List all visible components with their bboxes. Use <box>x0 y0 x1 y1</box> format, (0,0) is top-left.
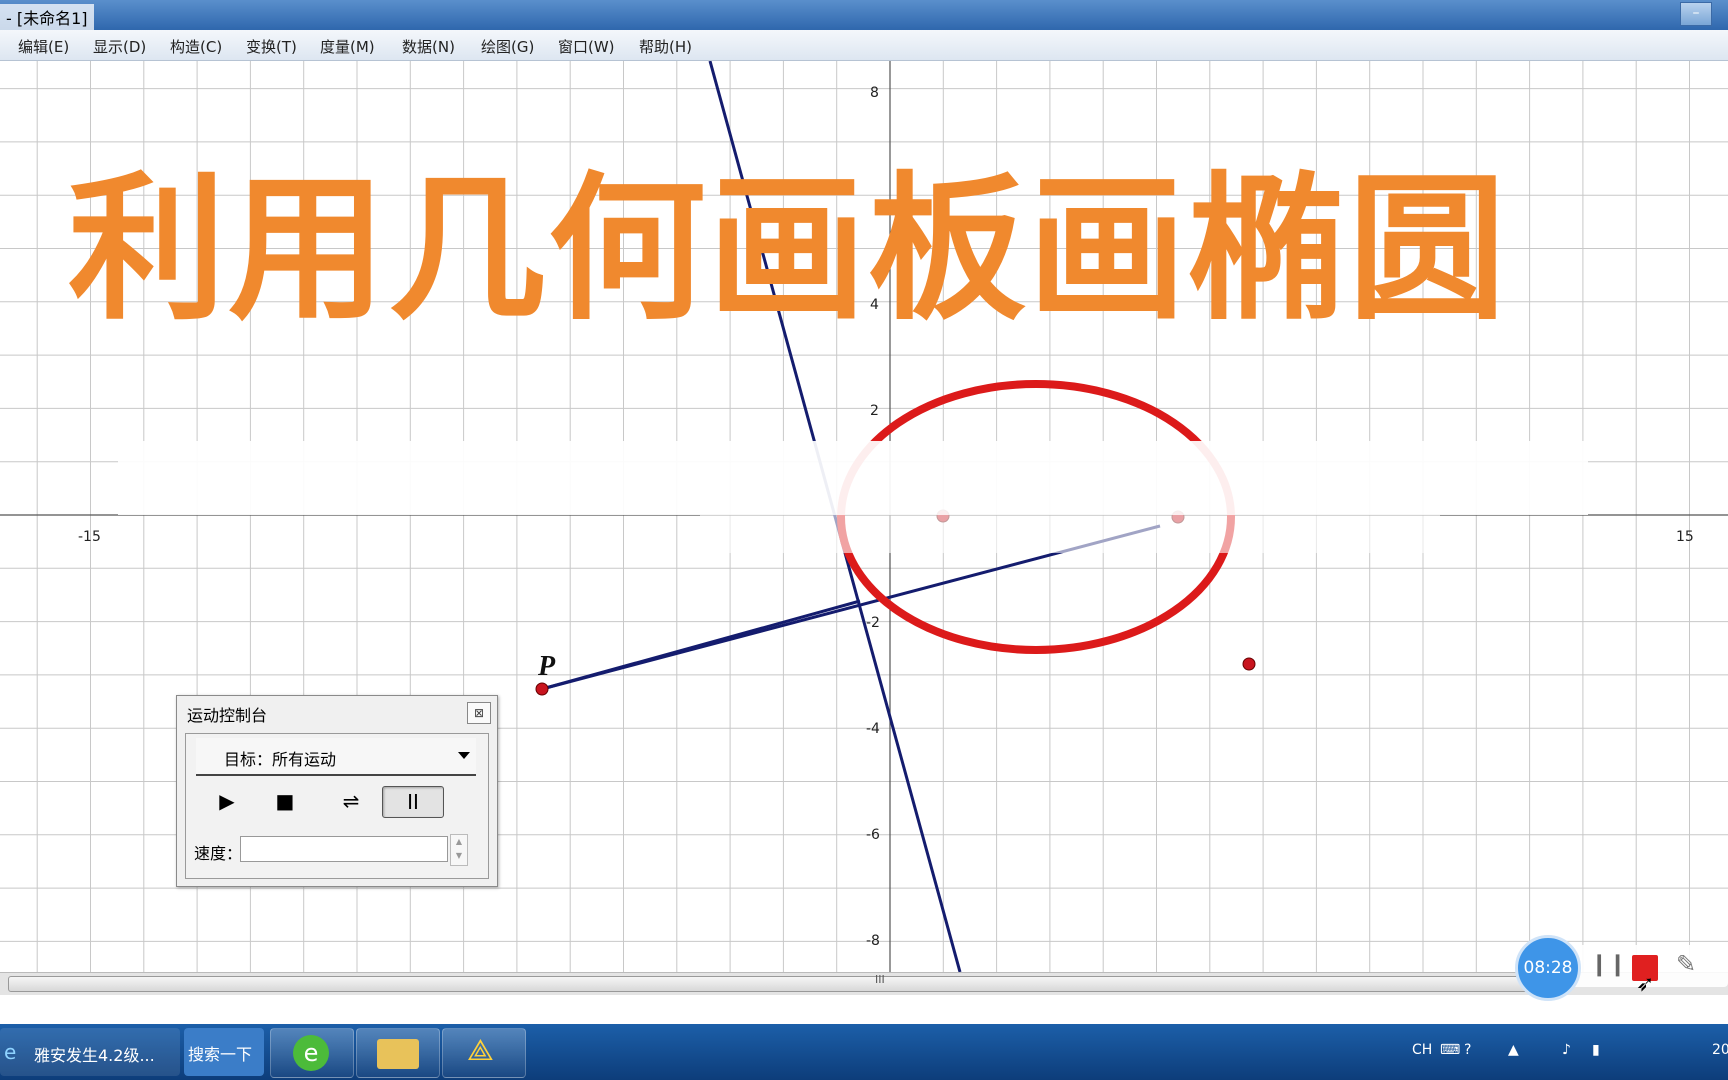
menu-window[interactable]: 窗口(W) <box>558 36 615 57</box>
taskbar-explorer[interactable] <box>356 1028 440 1078</box>
menu-display[interactable]: 显示(D) <box>93 36 146 57</box>
help-icon[interactable]: ? <box>1464 1042 1471 1058</box>
target-select[interactable]: 目标：所有运动 <box>196 738 476 776</box>
y-tick-8: 8 <box>870 85 879 101</box>
tray-expand-icon[interactable]: ▲ <box>1508 1042 1519 1058</box>
recorder-timer: 08:28 <box>1515 935 1581 1001</box>
free-point <box>1242 657 1256 671</box>
folder-icon <box>377 1039 419 1069</box>
scrollbar-thumb[interactable] <box>8 976 1565 992</box>
speed-spinner[interactable]: ▲ ▼ <box>450 834 468 866</box>
menu-help[interactable]: 帮助(H) <box>639 36 692 57</box>
subtitle-smear <box>118 441 1588 515</box>
stop-button[interactable]: ■ <box>260 786 310 816</box>
compass-icon: ⟁ <box>467 1033 494 1068</box>
search-button[interactable]: 搜索一下 <box>184 1028 264 1076</box>
menu-bar: 编辑(E) 显示(D) 构造(C) 变换(T) 度量(M) 数据(N) 绘图(G… <box>0 30 1728 61</box>
panel-title: 运动控制台 <box>187 706 268 725</box>
sketch-canvas[interactable]: 8 4 2 -2 -4 -6 -8 -15 15 P 利用几何画板画椭圆 运动控… <box>0 61 1728 972</box>
menu-measure[interactable]: 度量(M) <box>320 36 375 57</box>
speed-input[interactable] <box>240 836 448 862</box>
taskbar-360-browser[interactable]: e <box>270 1028 354 1078</box>
ie-icon: e <box>4 1040 17 1064</box>
motion-control-panel: 运动控制台 ⊠ 目标：所有运动 ▶ ■ ⇌ II 速度： ▲ ▼ <box>176 695 498 887</box>
tray-language[interactable]: CH <box>1412 1042 1432 1058</box>
menu-data[interactable]: 数据(N) <box>402 36 455 57</box>
segment-p-f2 <box>541 599 861 691</box>
taskbar-sketchpad[interactable]: ⟁ <box>442 1028 526 1078</box>
search-button-label: 搜索一下 <box>188 1045 253 1064</box>
mouse-cursor-icon: ➶ <box>1636 972 1655 997</box>
taskbar: e 雅安发生4.2级... 搜索一下 e ⟁ CH ⌨ ? ▲ ♪ ▮ 20 <box>0 1024 1728 1080</box>
menu-edit[interactable]: 编辑(E) <box>18 36 69 57</box>
x-tick-neg15: -15 <box>78 529 101 545</box>
horizontal-scrollbar[interactable]: III <box>0 972 1728 995</box>
menu-construct[interactable]: 构造(C) <box>170 36 222 57</box>
y-tick-2: 2 <box>870 403 879 419</box>
clock: 20 <box>1712 1042 1728 1058</box>
video-title-overlay: 利用几何画板画椭圆 <box>68 158 1508 342</box>
reverse-button[interactable]: ⇌ <box>326 786 376 816</box>
minimize-button[interactable]: – <box>1680 2 1712 26</box>
network-icon[interactable]: ▮ <box>1592 1042 1600 1058</box>
taskbar-ie-label: 雅安发生4.2级... <box>34 1046 155 1065</box>
close-icon[interactable]: ⊠ <box>467 702 491 724</box>
y-tick-neg4: -4 <box>866 721 880 737</box>
pause-button[interactable]: II <box>382 786 444 818</box>
recorder-pause-icon[interactable]: ❙❙ <box>1590 952 1627 977</box>
keyboard-icon[interactable]: ⌨ <box>1440 1042 1460 1058</box>
y-tick-neg2: -2 <box>866 615 880 631</box>
window-titlebar: - [未命名1] – <box>0 0 1728 30</box>
menu-transform[interactable]: 变换(T) <box>246 36 297 57</box>
subtitle-smear-lower <box>700 515 1440 553</box>
menu-graph[interactable]: 绘图(G) <box>481 36 534 57</box>
point-p-label: P <box>537 651 556 682</box>
browser-icon: e <box>293 1035 329 1071</box>
y-tick-neg6: -6 <box>866 827 880 843</box>
play-button[interactable]: ▶ <box>202 786 252 816</box>
target-select-value: 目标：所有运动 <box>224 750 337 769</box>
window-title: - [未命名1] <box>0 4 94 30</box>
chevron-down-icon <box>458 752 470 759</box>
taskbar-ie-window[interactable]: e 雅安发生4.2级... <box>0 1028 180 1076</box>
volume-icon[interactable]: ♪ <box>1562 1042 1571 1058</box>
x-tick-15: 15 <box>1676 529 1694 545</box>
scrollbar-grip: III <box>875 973 885 986</box>
panel-body: 目标：所有运动 ▶ ■ ⇌ II 速度： ▲ ▼ <box>185 733 489 879</box>
pen-icon[interactable]: ✎ <box>1676 950 1696 978</box>
y-tick-neg8: -8 <box>866 933 880 949</box>
speed-label: 速度： <box>194 844 243 863</box>
point-p <box>535 682 549 696</box>
